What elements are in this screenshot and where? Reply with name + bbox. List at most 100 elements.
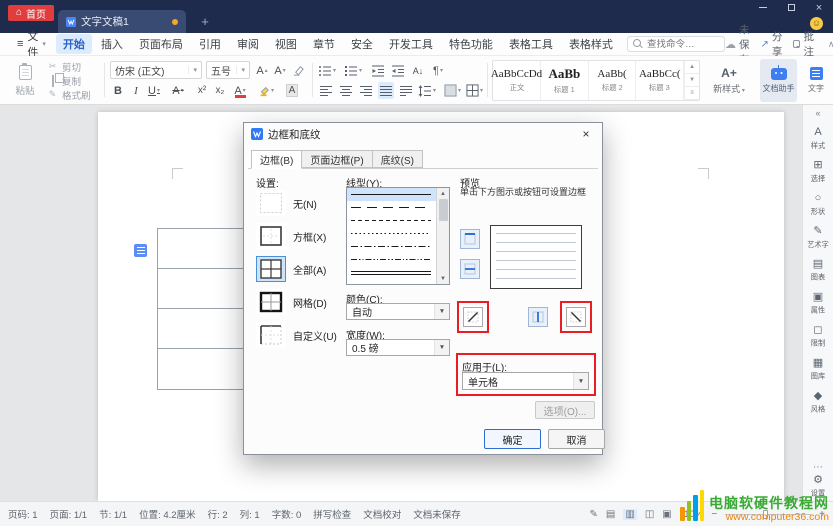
sidebar-item-wordart[interactable]: ✎艺术字 (803, 222, 833, 255)
sidebar-item-selection[interactable]: ⊞选择 (803, 156, 833, 189)
sidebar-item-library[interactable]: ▦图库 (803, 354, 833, 387)
comment-button[interactable]: 批注 (793, 29, 817, 59)
setting-custom[interactable]: 自定义(U) (256, 321, 337, 349)
dialog-close-button[interactable]: × (571, 124, 601, 144)
font-size-combo[interactable]: 五号▾ (206, 61, 250, 79)
distribute-button[interactable] (398, 82, 414, 99)
style-heading3[interactable]: AaBbCc( 标题 3 (636, 61, 684, 100)
print-layout-icon[interactable]: ▥ (623, 509, 636, 520)
expand-sidebar-icon[interactable]: « (815, 108, 820, 123)
cut-button[interactable]: ✂剪切 (47, 60, 91, 73)
bullet-list-button[interactable]: ▾ (318, 62, 336, 79)
status-spellcheck[interactable]: 拼写检查 (313, 507, 351, 521)
paragraph-layout-icon[interactable] (134, 244, 147, 257)
gallery-more-button[interactable]: ≡ (685, 87, 699, 100)
ribbon-tab-view[interactable]: 视图 (268, 34, 304, 54)
status-word-count[interactable]: 字数: 0 (272, 507, 302, 521)
shading-button[interactable]: ▾ (444, 82, 461, 99)
italic-button[interactable]: I (128, 82, 144, 99)
share-button[interactable]: ↗ 分享 (760, 29, 782, 59)
preview-inside-horizontal-border-button[interactable] (460, 259, 480, 279)
line-style-option-dash-dot[interactable] (347, 240, 436, 253)
setting-all[interactable]: 全部(A) (256, 255, 326, 283)
preview-top-border-button[interactable] (460, 229, 480, 249)
maximize-button[interactable] (777, 0, 805, 15)
dialog-titlebar[interactable]: 边框和底纹 (244, 123, 602, 145)
underline-button[interactable]: U▾ (146, 82, 162, 99)
decrease-font-size-button[interactable]: A▾ (272, 62, 288, 79)
line-style-option-dash[interactable] (347, 214, 436, 227)
close-button[interactable]: × (805, 0, 833, 15)
line-style-option-dot[interactable] (347, 227, 436, 240)
cancel-button[interactable]: 取消 (548, 429, 605, 449)
tab-shading[interactable]: 底纹(S) (372, 150, 423, 168)
style-heading2[interactable]: AaBb( 标题 2 (589, 61, 637, 100)
tab-borders[interactable]: 边框(B) (251, 150, 302, 169)
superscript-button[interactable]: x² (194, 82, 210, 99)
ribbon-tab-insert[interactable]: 插入 (94, 34, 130, 54)
line-style-option-double[interactable] (347, 266, 436, 279)
setting-box[interactable]: 方框(X) (256, 222, 326, 250)
sidebar-item-properties[interactable]: ▣属性 (803, 288, 833, 321)
setting-grid[interactable]: 网格(D) (256, 288, 327, 316)
line-style-listbox[interactable]: ▲ ▼ (346, 187, 450, 285)
ribbon-tab-table-tools[interactable]: 表格工具 (502, 34, 560, 54)
decrease-indent-button[interactable] (370, 62, 386, 79)
subscript-button[interactable]: x₂ (212, 82, 228, 99)
ribbon-tab-special-features[interactable]: 特色功能 (442, 34, 500, 54)
search-input[interactable] (647, 39, 719, 50)
style-heading1[interactable]: AaBb 标题 1 (541, 61, 589, 100)
sort-button[interactable]: A↓ (410, 62, 426, 79)
preview-inside-vertical-border-button[interactable] (528, 307, 548, 327)
gallery-down-button[interactable]: ▼ (685, 74, 699, 87)
ribbon-tab-security[interactable]: 安全 (344, 34, 380, 54)
ribbon-tab-section[interactable]: 章节 (306, 34, 342, 54)
sidebar-item-shapes[interactable]: ○形状 (803, 189, 833, 222)
doc-assistant-button[interactable]: 文档助手 (760, 59, 797, 102)
paste-button[interactable]: 粘贴 (8, 59, 42, 102)
border-preview-box[interactable] (490, 225, 582, 289)
read-mode-icon[interactable]: ▤ (606, 509, 615, 520)
document-tab[interactable]: 文字文稿1 (58, 10, 186, 33)
scroll-up-icon[interactable]: ▲ (440, 188, 446, 199)
numbered-list-button[interactable]: ▾ (344, 62, 362, 79)
new-style-button[interactable]: A+ 新样式 ▾ (706, 60, 752, 101)
sidebar-item-restrict[interactable]: ◻限制 (803, 321, 833, 354)
tab-page-border[interactable]: 页面边框(P) (301, 150, 372, 168)
collapse-ribbon-button[interactable]: ∧ (828, 39, 833, 50)
minimize-button[interactable] (749, 0, 777, 15)
highlight-button[interactable]: ▾ (258, 82, 274, 99)
width-dropdown[interactable]: 0.5 磅 ▼ (346, 339, 450, 356)
gallery-up-button[interactable]: ▲ (685, 61, 699, 74)
increase-indent-button[interactable] (390, 62, 406, 79)
new-tab-button[interactable]: + (196, 12, 214, 30)
color-dropdown[interactable]: 自动 ▼ (346, 303, 450, 320)
increase-font-size-button[interactable]: A▴ (254, 62, 270, 79)
font-name-combo[interactable]: 仿宋 (正文)▾ (110, 61, 202, 79)
ribbon-tab-home[interactable]: 开始 (56, 34, 92, 54)
bold-button[interactable]: B (110, 82, 126, 99)
font-color-button[interactable]: A▾ (232, 82, 248, 99)
borders-button[interactable]: ▾ (466, 82, 483, 99)
justify-button[interactable] (378, 82, 394, 99)
line-style-option-solid[interactable] (347, 188, 436, 201)
character-shading-button[interactable]: A (284, 82, 300, 99)
align-right-button[interactable] (358, 82, 374, 99)
ribbon-tab-dev-tools[interactable]: 开发工具 (382, 34, 440, 54)
line-style-option-dash-large[interactable] (347, 201, 436, 214)
ribbon-tab-page-layout[interactable]: 页面布局 (132, 34, 190, 54)
ok-button[interactable]: 确定 (484, 429, 541, 449)
status-proofing[interactable]: 文档校对 (363, 507, 401, 521)
apply-to-dropdown[interactable]: 单元格 ▼ (462, 372, 589, 390)
line-style-option-dash-dot-dot[interactable] (347, 253, 436, 266)
style-normal[interactable]: AaBbCcDd 正文 (493, 61, 541, 100)
scroll-thumb[interactable] (439, 199, 448, 221)
line-spacing-button[interactable]: ▾ (418, 82, 436, 99)
align-center-button[interactable] (338, 82, 354, 99)
copy-button[interactable]: 复制 (47, 74, 91, 87)
ribbon-tab-references[interactable]: 引用 (192, 34, 228, 54)
edit-mode-icon[interactable]: ✎ (590, 509, 598, 520)
line-style-scrollbar[interactable]: ▲ ▼ (436, 188, 449, 284)
command-search-box[interactable] (627, 36, 725, 52)
ribbon-tab-review[interactable]: 审阅 (230, 34, 266, 54)
